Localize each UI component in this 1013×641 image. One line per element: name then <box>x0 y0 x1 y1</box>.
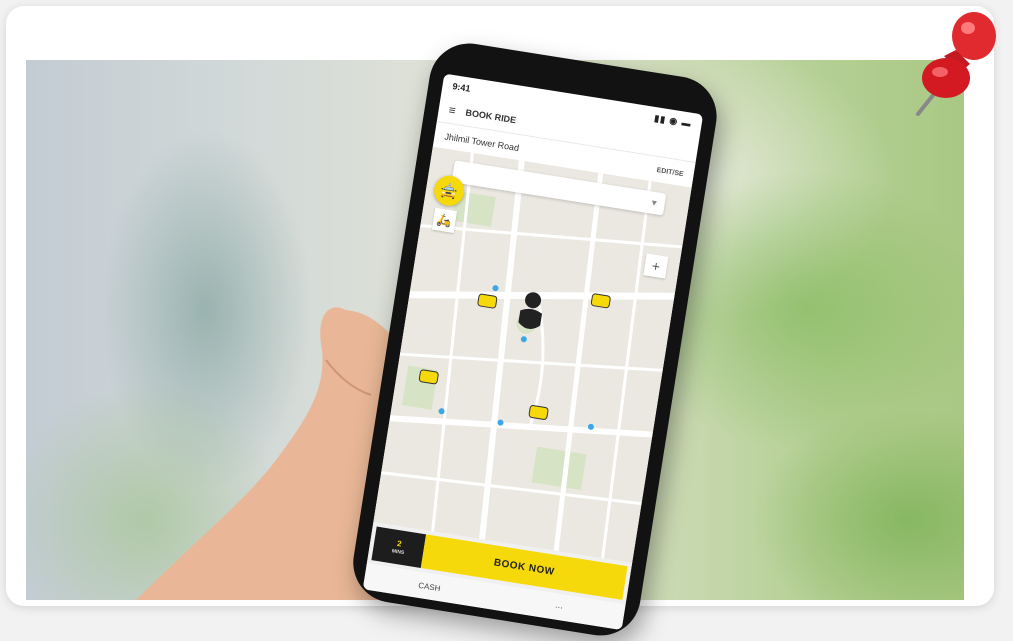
edit-location-link[interactable]: EDIT/SE <box>656 167 684 178</box>
eta-unit: MINS <box>391 548 405 557</box>
cab-marker-icon[interactable] <box>527 403 549 422</box>
pushpin-icon <box>916 12 996 116</box>
status-time: 9:41 <box>451 81 472 94</box>
system-icons: ▮▮ ◉ ▬ <box>653 112 693 129</box>
chevron-down-icon: ▾ <box>650 197 658 209</box>
cab-marker-icon[interactable] <box>476 292 498 311</box>
menu-icon[interactable]: ≡ <box>448 103 457 118</box>
zoom-in-button[interactable]: + <box>643 253 669 279</box>
eta-value: 2 <box>396 538 403 549</box>
bike-mode-icon[interactable]: 🛵 <box>431 207 458 233</box>
app-title: BOOK RIDE <box>464 107 517 126</box>
eta-box: 2 MINS <box>371 526 427 568</box>
cab-marker-icon[interactable] <box>418 367 440 386</box>
cab-marker-icon[interactable] <box>590 291 612 310</box>
